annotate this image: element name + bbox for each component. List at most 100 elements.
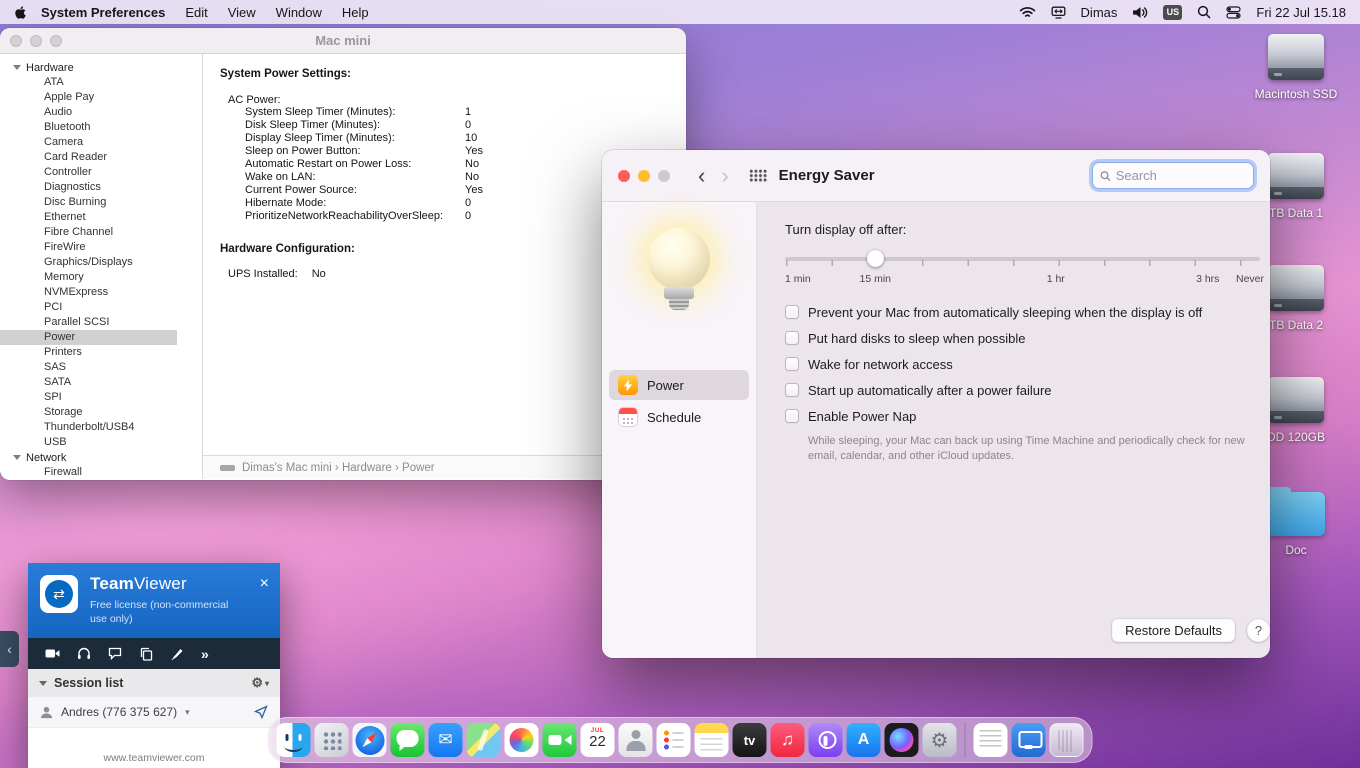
menu-view[interactable]: View [218,5,266,20]
sidebar-item-storage[interactable]: Storage [0,405,202,420]
input-source-badge[interactable]: US [1163,4,1183,20]
sidebar-item-pci[interactable]: PCI [0,300,202,315]
dock-icon-launchpad[interactable] [314,723,349,757]
sidebar-item-disc-burning[interactable]: Disc Burning [0,195,202,210]
file-transfer-icon[interactable] [139,647,153,661]
headset-icon[interactable] [77,647,91,660]
slider-thumb[interactable] [866,250,884,267]
sidebar-item-parallel-scsi[interactable]: Parallel SCSI [0,315,202,330]
sidebar-item-spi[interactable]: SPI [0,390,202,405]
sidebar-item-fibre-channel[interactable]: Fibre Channel [0,225,202,240]
spotlight-icon[interactable] [1197,5,1211,19]
restore-defaults-button[interactable]: Restore Defaults [1112,619,1235,642]
close-icon[interactable]: × [260,576,269,592]
sysinfo-titlebar[interactable]: Mac mini [0,28,686,54]
dock-icon-notes[interactable] [694,723,729,757]
session-settings-gear-icon[interactable]: ⚙ ▾ [251,675,269,691]
menubar-clock[interactable]: Fri 22 Jul 15.18 [1256,5,1346,20]
session-list-header[interactable]: Session list ⚙ ▾ [28,669,280,697]
sidebar-tab-power[interactable]: Power [609,370,749,400]
chevron-down-icon[interactable]: ▾ [185,707,190,718]
sidebar-item-usb[interactable]: USB [0,435,202,450]
checkbox-prevent-sleep[interactable] [785,305,799,319]
more-actions-icon[interactable]: » [201,646,209,662]
dock-icon-finder[interactable] [276,723,311,757]
dock-icon-app-store[interactable]: A [846,723,881,757]
menu-help[interactable]: Help [332,5,379,20]
disclosure-triangle-icon[interactable] [13,455,21,460]
sidebar-item-firewire[interactable]: FireWire [0,240,202,255]
sidebar-item-ata[interactable]: ATA [0,75,202,90]
close-button[interactable] [618,169,630,182]
search-input[interactable] [1115,168,1246,183]
energy-saver-titlebar[interactable]: ‹ › Energy Saver [602,150,1270,202]
dock-icon-podcasts[interactable] [808,723,843,757]
teamviewer-collapse-tab[interactable]: ‹ [0,631,19,667]
sidebar-item-apple-pay[interactable]: Apple Pay [0,90,202,105]
sidebar-item-thunderbolt-usb4[interactable]: Thunderbolt/USB4 [0,420,202,435]
dock-icon-tv[interactable]: tv [732,723,767,757]
whiteboard-icon[interactable] [170,647,184,661]
checkbox-hard-disks-sleep[interactable] [785,331,799,345]
sidebar-item-firewall[interactable]: Firewall [0,465,202,479]
dock-icon-messages[interactable] [390,723,425,757]
sidebar-item-printers[interactable]: Printers [0,345,202,360]
minimize-button[interactable] [638,169,650,182]
sidebar-item-diagnostics[interactable]: Diagnostics [0,180,202,195]
sidebar-item-power-selected[interactable]: Power [0,330,177,345]
sidebar-section-hardware[interactable]: Hardware [0,60,202,75]
menubar-username[interactable]: Dimas [1081,5,1118,20]
checkbox-startup-after-power-failure[interactable] [785,383,799,397]
search-field[interactable] [1092,162,1254,189]
dock-icon-reminders[interactable] [656,723,691,757]
back-icon[interactable]: ‹ [698,164,705,187]
connect-cursor-icon[interactable] [254,705,268,719]
show-all-grid-icon[interactable] [748,169,767,182]
dock-icon-document[interactable] [973,723,1008,757]
zoom-button[interactable] [50,35,62,47]
dock-icon-siri[interactable] [884,723,919,757]
checkbox-wake-network[interactable] [785,357,799,371]
video-call-icon[interactable] [45,647,60,660]
dock-icon-music[interactable]: ♫ [770,723,805,757]
minimize-button[interactable] [30,35,42,47]
sidebar-item-nvmexpress[interactable]: NVMExpress [0,285,202,300]
apple-menu-icon[interactable] [14,5,27,20]
sidebar-item-graphics-displays[interactable]: Graphics/Displays [0,255,202,270]
session-user-row[interactable]: Andres (776 375 627) ▾ [28,697,280,728]
sidebar-item-bluetooth[interactable]: Bluetooth [0,120,202,135]
menu-app-name[interactable]: System Preferences [31,5,175,20]
menu-window[interactable]: Window [266,5,332,20]
chevron-down-icon[interactable] [39,680,47,686]
help-button[interactable]: ? [1247,619,1270,642]
control-center-icon[interactable] [1226,5,1241,20]
sidebar-tab-schedule[interactable]: Schedule [609,402,749,432]
sidebar-item-ethernet[interactable]: Ethernet [0,210,202,225]
sidebar-section-network[interactable]: Network [0,450,202,465]
volume-icon[interactable] [1132,6,1148,19]
sidebar-item-sata[interactable]: SATA [0,375,202,390]
sidebar-item-audio[interactable]: Audio [0,105,202,120]
dock-icon-screen-sharing[interactable] [1011,723,1046,757]
chat-icon[interactable] [108,647,122,660]
sidebar-item-memory[interactable]: Memory [0,270,202,285]
sidebar-item-controller[interactable]: Controller [0,165,202,180]
teamviewer-menu-icon[interactable] [1051,6,1066,19]
dock-icon-safari[interactable] [352,723,387,757]
dock-icon-facetime[interactable] [542,723,577,757]
zoom-button[interactable] [658,169,670,182]
sidebar-item-sas[interactable]: SAS [0,360,202,375]
dock-icon-trash[interactable] [1049,723,1084,757]
dock-icon-contacts[interactable] [618,723,653,757]
display-off-slider[interactable] [785,248,1260,270]
sidebar-item-camera[interactable]: Camera [0,135,202,150]
checkbox-enable-power-nap[interactable] [785,409,799,423]
dock-icon-mail[interactable]: ✉ [428,723,463,757]
wifi-icon[interactable] [1019,6,1036,19]
dock-icon-maps[interactable] [466,723,501,757]
close-button[interactable] [10,35,22,47]
dock-icon-photos[interactable] [504,723,539,757]
dock-icon-calendar[interactable]: JUL 22 [580,723,615,757]
desktop-icon-macintosh-ssd[interactable]: Macintosh SSD [1243,34,1349,101]
menu-edit[interactable]: Edit [175,5,217,20]
